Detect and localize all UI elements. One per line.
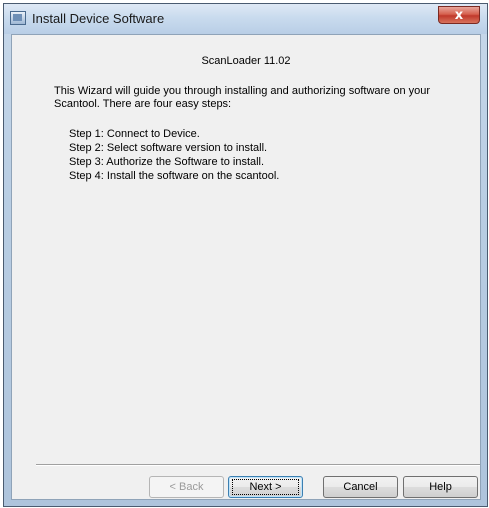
wizard-client-area: ScanLoader 11.02 This Wizard will guide …: [11, 34, 481, 500]
step-item-2: Step 2: Select software version to insta…: [69, 142, 268, 154]
intro-text: This Wizard will guide you through insta…: [54, 85, 431, 110]
next-button[interactable]: Next >: [228, 476, 303, 498]
help-button[interactable]: Help: [403, 476, 478, 498]
back-button[interactable]: < Back: [149, 476, 224, 498]
next-button-label: Next >: [232, 479, 299, 495]
close-button[interactable]: x: [438, 6, 480, 24]
step-item-1: Step 1: Connect to Device.: [69, 128, 200, 140]
steps-list: Step 1: Connect to Device. Step 2: Selec…: [69, 127, 279, 183]
step-item-4: Step 4: Install the software on the scan…: [69, 170, 280, 182]
window-app-icon: [10, 11, 26, 25]
install-device-software-window: Install Device Software x ScanLoader 11.…: [3, 3, 488, 507]
window-title: Install Device Software: [32, 11, 165, 26]
step-item-3: Step 3: Authorize the Software to instal…: [69, 156, 265, 168]
cancel-button[interactable]: Cancel: [323, 476, 398, 498]
product-heading: ScanLoader 11.02: [201, 55, 291, 67]
button-divider: [36, 464, 480, 466]
title-bar[interactable]: Install Device Software x: [4, 4, 487, 34]
